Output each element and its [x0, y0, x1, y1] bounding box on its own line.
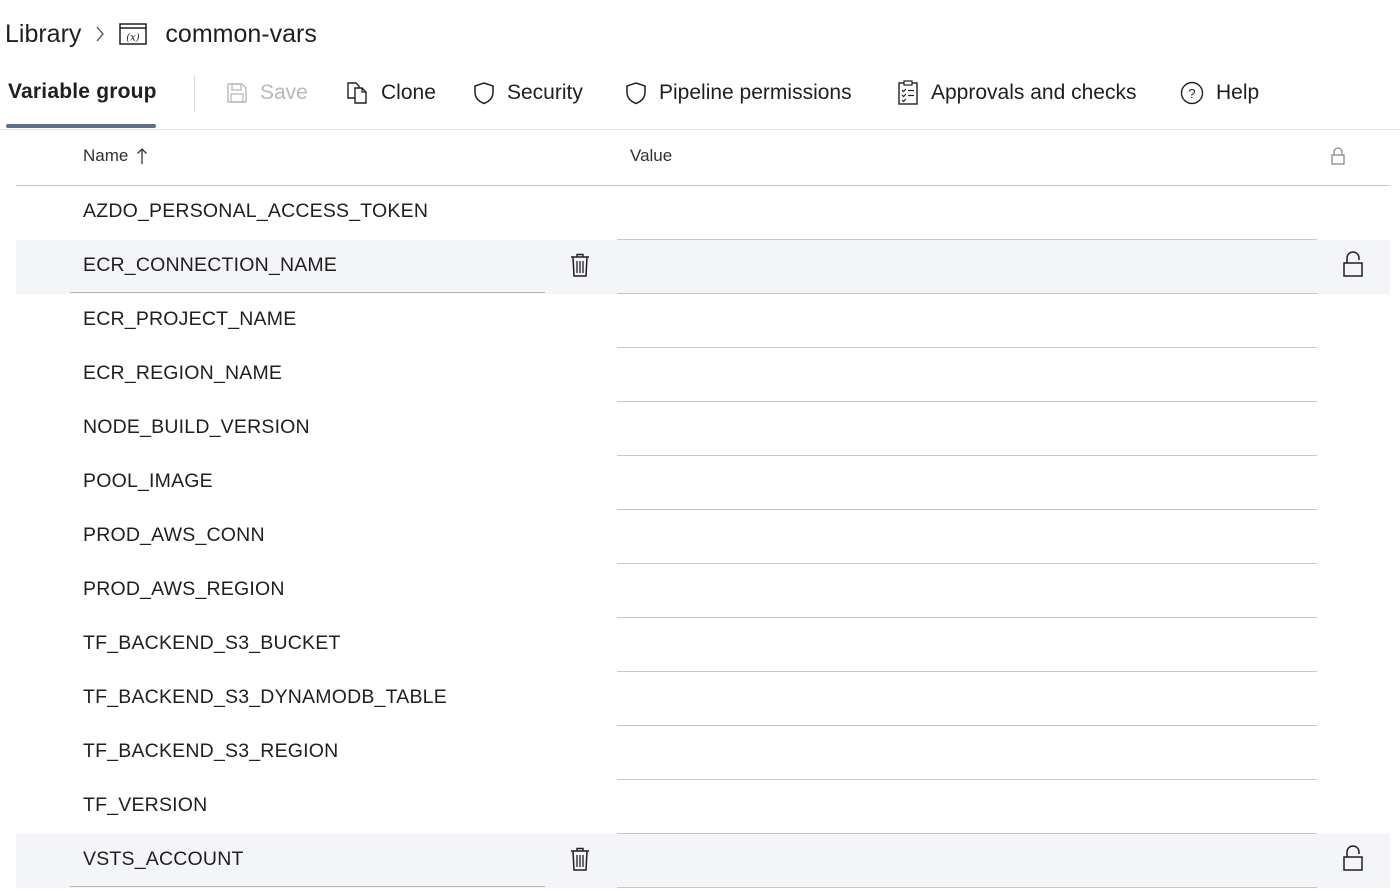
- help-circle-icon: ?: [1180, 81, 1204, 105]
- table-row[interactable]: TF_BACKEND_S3_REGION: [16, 726, 1390, 780]
- variable-name-input[interactable]: PROD_AWS_REGION: [83, 578, 285, 601]
- arrow-up-icon: [136, 147, 148, 165]
- variable-name-input[interactable]: TF_BACKEND_S3_REGION: [83, 740, 338, 763]
- shield-icon: [473, 81, 495, 105]
- clone-label: Clone: [381, 81, 436, 104]
- breadcrumb: Library (x) common-vars: [5, 14, 317, 54]
- security-button[interactable]: Security: [473, 78, 583, 108]
- variable-value-input[interactable]: [617, 672, 1317, 726]
- help-button[interactable]: ? Help: [1180, 78, 1259, 108]
- variables-table: AZDO_PERSONAL_ACCESS_TOKEN ECR_CONNECTION…: [16, 186, 1390, 888]
- unlock-icon[interactable]: [1342, 251, 1364, 284]
- variable-name-input[interactable]: TF_BACKEND_S3_BUCKET: [83, 632, 341, 655]
- save-icon: [226, 82, 248, 104]
- variable-value-input[interactable]: [617, 348, 1317, 402]
- variable-value-input[interactable]: [617, 240, 1317, 294]
- table-row[interactable]: ECR_PROJECT_NAME: [16, 294, 1390, 348]
- unlock-icon[interactable]: [1342, 845, 1364, 878]
- help-label: Help: [1216, 81, 1260, 104]
- approvals-and-checks-button[interactable]: Approvals and checks: [897, 78, 1136, 108]
- toolbar-divider: [194, 76, 195, 112]
- active-tab-indicator: [6, 124, 156, 128]
- table-row[interactable]: TF_BACKEND_S3_BUCKET: [16, 618, 1390, 672]
- variable-value-input[interactable]: [617, 780, 1317, 834]
- clone-button[interactable]: Clone: [345, 78, 436, 108]
- trash-icon[interactable]: [569, 252, 591, 283]
- variable-value-input[interactable]: [617, 456, 1317, 510]
- variable-value-input[interactable]: [617, 402, 1317, 456]
- table-header: Name Value: [16, 131, 1390, 186]
- trash-icon[interactable]: [569, 846, 591, 877]
- column-header-name[interactable]: Name: [83, 146, 148, 166]
- column-header-name-label: Name: [83, 146, 129, 165]
- table-row[interactable]: PROD_AWS_REGION: [16, 564, 1390, 618]
- approvals-and-checks-label: Approvals and checks: [931, 81, 1137, 104]
- variable-name-input[interactable]: ECR_REGION_NAME: [83, 362, 282, 385]
- tab-variable-group[interactable]: Variable group: [8, 80, 157, 104]
- table-row[interactable]: AZDO_PERSONAL_ACCESS_TOKEN: [16, 186, 1390, 240]
- name-field-underline: [70, 886, 545, 887]
- table-row[interactable]: ECR_CONNECTION_NAME: [16, 240, 1390, 294]
- variable-value-input[interactable]: [617, 618, 1317, 672]
- chevron-right-icon: [95, 25, 105, 43]
- table-row[interactable]: TF_BACKEND_S3_DYNAMODB_TABLE: [16, 672, 1390, 726]
- column-header-value: Value: [630, 146, 673, 165]
- toolbar-separator: [0, 129, 1400, 130]
- variable-name-input[interactable]: TF_VERSION: [83, 794, 207, 817]
- table-row[interactable]: VSTS_ACCOUNT: [16, 834, 1390, 888]
- variable-name-input[interactable]: NODE_BUILD_VERSION: [83, 416, 310, 439]
- variable-group-icon: (x): [119, 22, 148, 46]
- security-label: Security: [507, 81, 583, 104]
- table-row[interactable]: POOL_IMAGE: [16, 456, 1390, 510]
- variable-name-input[interactable]: PROD_AWS_CONN: [83, 524, 265, 547]
- table-row[interactable]: PROD_AWS_CONN: [16, 510, 1390, 564]
- variable-value-input[interactable]: [617, 564, 1317, 618]
- name-field-underline: [70, 292, 545, 293]
- variable-name-input[interactable]: ECR_CONNECTION_NAME: [83, 254, 337, 277]
- shield-icon: [625, 81, 647, 105]
- variable-value-input[interactable]: [617, 186, 1317, 240]
- variable-value-input[interactable]: [617, 294, 1317, 348]
- svg-text:(x): (x): [127, 33, 141, 44]
- checklist-icon: [897, 80, 919, 106]
- variable-name-input[interactable]: ECR_PROJECT_NAME: [83, 308, 296, 331]
- table-row[interactable]: ECR_REGION_NAME: [16, 348, 1390, 402]
- lock-icon: [1330, 146, 1346, 171]
- save-label: Save: [260, 81, 308, 104]
- svg-text:?: ?: [1188, 86, 1195, 101]
- pipeline-permissions-button[interactable]: Pipeline permissions: [625, 78, 852, 108]
- variable-value-input[interactable]: [617, 726, 1317, 780]
- clone-icon: [345, 81, 369, 105]
- variable-name-input[interactable]: POOL_IMAGE: [83, 470, 213, 493]
- breadcrumb-library-link[interactable]: Library: [5, 20, 81, 49]
- page-title: common-vars: [165, 19, 317, 48]
- toolbar: Variable group Save Clone Security Pipel…: [0, 66, 1400, 130]
- variable-name-input[interactable]: TF_BACKEND_S3_DYNAMODB_TABLE: [83, 686, 447, 709]
- variable-value-input[interactable]: [617, 510, 1317, 564]
- table-row[interactable]: NODE_BUILD_VERSION: [16, 402, 1390, 456]
- save-button[interactable]: Save: [226, 78, 308, 108]
- variable-value-input[interactable]: [617, 834, 1317, 888]
- table-row[interactable]: TF_VERSION: [16, 780, 1390, 834]
- variable-name-input[interactable]: AZDO_PERSONAL_ACCESS_TOKEN: [83, 200, 428, 223]
- pipeline-permissions-label: Pipeline permissions: [659, 81, 852, 104]
- variable-name-input[interactable]: VSTS_ACCOUNT: [83, 848, 244, 871]
